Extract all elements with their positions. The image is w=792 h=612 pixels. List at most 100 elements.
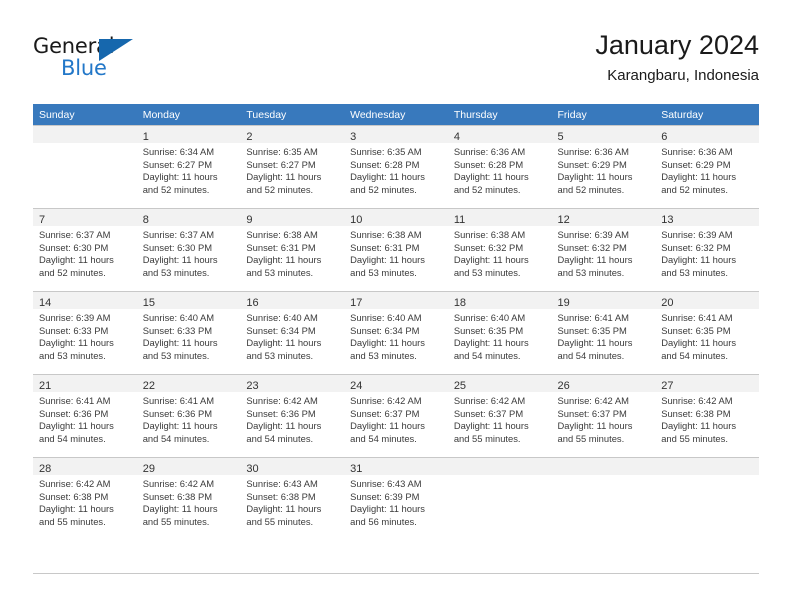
day-details: Sunrise: 6:42 AM Sunset: 6:37 PM Daylight:… bbox=[350, 392, 442, 445]
sunset-text: Sunset: 6:28 PM bbox=[453, 158, 524, 170]
calendar-day-cell[interactable]: 21 Sunrise: 6:41 AM Sunset: 6:36 PM Dayligh… bbox=[33, 374, 137, 458]
day-cell-content: 3 Sunrise: 6:35 AM Sunset: 6:28 PM Daylight… bbox=[344, 126, 448, 208]
sunrise-text: Sunrise: 6:36 AM bbox=[453, 146, 526, 157]
calendar-day-cell[interactable]: 9 Sunrise: 6:38 AM Sunset: 6:31 PM Daylight… bbox=[240, 208, 345, 292]
day-cell-content: 5 Sunrise: 6:36 AM Sunset: 6:29 PM Daylight… bbox=[551, 126, 656, 208]
calendar-day-cell[interactable]: 24 Sunrise: 6:42 AM Sunset: 6:37 PM Dayligh… bbox=[344, 374, 448, 458]
day-details: Sunrise: 6:41 AM Sunset: 6:35 PM Daylight:… bbox=[558, 309, 650, 362]
sunset-text: Sunset: 6:27 PM bbox=[246, 158, 316, 170]
calendar-day-cell[interactable]: 28 Sunrise: 6:42 AM Sunset: 6:38 PM Dayligh… bbox=[33, 457, 137, 540]
day-number-bar: 30 bbox=[240, 458, 345, 475]
day-number-bar: 16 bbox=[240, 292, 345, 309]
calendar-day-cell[interactable]: 17 Sunrise: 6:40 AM Sunset: 6:34 PM Dayligh… bbox=[344, 291, 448, 375]
day-cell-content: 29 Sunrise: 6:42 AM Sunset: 6:38 PM Dayligh… bbox=[136, 458, 241, 540]
day-details: Sunrise: 6:42 AM Sunset: 6:38 PM Daylight:… bbox=[661, 392, 753, 445]
daylight-text: Daylight: 11 hours bbox=[142, 171, 218, 183]
calendar-day-cell[interactable]: 5 Sunrise: 6:36 AM Sunset: 6:29 PM Daylight… bbox=[551, 125, 656, 209]
calendar-day-cell[interactable]: 2 Sunrise: 6:35 AM Sunset: 6:27 PM Daylight… bbox=[240, 125, 345, 209]
day-number-bar bbox=[655, 458, 759, 475]
calendar-day-cell[interactable]: 1 Sunrise: 6:34 AM Sunset: 6:27 PM Daylight… bbox=[136, 125, 241, 209]
daylight-text: and 52 minutes. bbox=[142, 183, 210, 195]
daylight-text: and 52 minutes. bbox=[557, 183, 625, 195]
calendar-day-cell[interactable]: 26 Sunrise: 6:42 AM Sunset: 6:37 PM Dayligh… bbox=[551, 374, 656, 458]
daylight-text: Daylight: 11 hours bbox=[142, 503, 218, 515]
day-details: Sunrise: 6:38 AM Sunset: 6:31 PM Daylight:… bbox=[246, 226, 338, 279]
calendar-day-cell[interactable]: 20 Sunrise: 6:41 AM Sunset: 6:35 PM Dayligh… bbox=[655, 291, 759, 375]
day-details: Sunrise: 6:42 AM Sunset: 6:36 PM Daylight:… bbox=[246, 392, 338, 445]
daylight-text: and 53 minutes. bbox=[557, 266, 625, 278]
daylight-text: Daylight: 11 hours bbox=[557, 337, 633, 349]
day-cell-content: 9 Sunrise: 6:38 AM Sunset: 6:31 PM Daylight… bbox=[240, 209, 345, 291]
day-number: 22 bbox=[142, 380, 155, 392]
daylight-text: and 56 minutes. bbox=[350, 515, 417, 527]
sunrise-text: Sunrise: 6:38 AM bbox=[453, 229, 526, 240]
calendar-week-row: 7 Sunrise: 6:37 AM Sunset: 6:30 PM Daylight… bbox=[33, 208, 759, 292]
calendar-day-cell[interactable]: 15 Sunrise: 6:40 AM Sunset: 6:33 PM Dayligh… bbox=[136, 291, 241, 375]
calendar-day-cell[interactable]: 23 Sunrise: 6:42 AM Sunset: 6:36 PM Dayligh… bbox=[240, 374, 345, 458]
daylight-text: Daylight: 11 hours bbox=[453, 171, 529, 183]
sunrise-text: Sunrise: 6:35 AM bbox=[246, 146, 318, 157]
daylight-text: and 53 minutes. bbox=[246, 349, 314, 361]
day-cell-content: 22 Sunrise: 6:41 AM Sunset: 6:36 PM Dayligh… bbox=[136, 375, 241, 457]
calendar-day-cell[interactable]: 29 Sunrise: 6:42 AM Sunset: 6:38 PM Dayligh… bbox=[136, 457, 241, 540]
day-number: 20 bbox=[661, 297, 674, 309]
daylight-text: Daylight: 11 hours bbox=[142, 337, 218, 349]
calendar-day-cell[interactable]: 27 Sunrise: 6:42 AM Sunset: 6:38 PM Dayligh… bbox=[655, 374, 759, 458]
day-number: 11 bbox=[453, 214, 466, 226]
day-number-bar: 8 bbox=[136, 209, 241, 226]
day-cell-content: 26 Sunrise: 6:42 AM Sunset: 6:37 PM Dayligh… bbox=[551, 375, 656, 457]
sunset-text: Sunset: 6:27 PM bbox=[142, 158, 213, 170]
daylight-text: Daylight: 11 hours bbox=[142, 420, 218, 432]
sunrise-text: Sunrise: 6:34 AM bbox=[142, 146, 215, 157]
calendar-day-cell[interactable]: 31 Sunrise: 6:43 AM Sunset: 6:39 PM Dayligh… bbox=[344, 457, 448, 540]
day-details: Sunrise: 6:39 AM Sunset: 6:32 PM Daylight:… bbox=[661, 226, 753, 279]
sunrise-text: Sunrise: 6:39 AM bbox=[661, 229, 733, 240]
sunrise-text: Sunrise: 6:37 AM bbox=[39, 229, 111, 240]
calendar-day-cell[interactable]: 6 Sunrise: 6:36 AM Sunset: 6:29 PM Daylight… bbox=[655, 125, 759, 209]
day-number: 21 bbox=[39, 380, 52, 392]
page-header: General Blue January 2024 Karangbaru, In… bbox=[33, 28, 759, 90]
day-details bbox=[661, 475, 753, 478]
calendar-day-cell[interactable]: 7 Sunrise: 6:37 AM Sunset: 6:30 PM Daylight… bbox=[33, 208, 137, 292]
daylight-text: and 55 minutes. bbox=[453, 432, 521, 444]
sunrise-text: Sunrise: 6:41 AM bbox=[557, 312, 629, 323]
daylight-text: Daylight: 11 hours bbox=[557, 254, 633, 266]
calendar-day-cell-empty bbox=[655, 457, 759, 540]
calendar-day-cell-empty bbox=[447, 457, 552, 540]
day-details: Sunrise: 6:43 AM Sunset: 6:39 PM Daylight:… bbox=[350, 475, 442, 528]
sunset-text: Sunset: 6:28 PM bbox=[350, 158, 420, 170]
day-number-bar: 26 bbox=[551, 375, 656, 392]
day-details: Sunrise: 6:37 AM Sunset: 6:30 PM Daylight:… bbox=[143, 226, 235, 279]
calendar-day-cell[interactable]: 30 Sunrise: 6:43 AM Sunset: 6:38 PM Dayligh… bbox=[240, 457, 345, 540]
calendar-day-cell[interactable]: 3 Sunrise: 6:35 AM Sunset: 6:28 PM Daylight… bbox=[344, 125, 448, 209]
calendar-day-cell[interactable]: 8 Sunrise: 6:37 AM Sunset: 6:30 PM Daylight… bbox=[136, 208, 241, 292]
sunrise-text: Sunrise: 6:42 AM bbox=[39, 478, 111, 489]
calendar-day-cell[interactable]: 16 Sunrise: 6:40 AM Sunset: 6:34 PM Dayligh… bbox=[240, 291, 345, 375]
weekday-header-monday: Monday bbox=[136, 104, 241, 126]
day-details: Sunrise: 6:42 AM Sunset: 6:38 PM Daylight:… bbox=[143, 475, 235, 528]
calendar-day-cell[interactable]: 13 Sunrise: 6:39 AM Sunset: 6:32 PM Dayligh… bbox=[655, 208, 759, 292]
daylight-text: Daylight: 11 hours bbox=[246, 503, 322, 515]
daylight-text: and 53 minutes. bbox=[350, 349, 417, 361]
weekday-header-thursday: Thursday bbox=[447, 104, 552, 126]
day-number-bar: 19 bbox=[551, 292, 656, 309]
calendar-day-cell[interactable]: 12 Sunrise: 6:39 AM Sunset: 6:32 PM Dayligh… bbox=[551, 208, 656, 292]
daylight-text: Daylight: 11 hours bbox=[246, 254, 322, 266]
calendar-day-cell[interactable]: 11 Sunrise: 6:38 AM Sunset: 6:32 PM Dayligh… bbox=[447, 208, 552, 292]
calendar-day-cell[interactable]: 4 Sunrise: 6:36 AM Sunset: 6:28 PM Daylight… bbox=[447, 125, 552, 209]
sunset-text: Sunset: 6:37 PM bbox=[350, 407, 420, 419]
sunset-text: Sunset: 6:35 PM bbox=[453, 324, 524, 336]
calendar-day-cell[interactable]: 18 Sunrise: 6:40 AM Sunset: 6:35 PM Dayligh… bbox=[447, 291, 552, 375]
page-subtitle: Karangbaru, Indonesia bbox=[607, 67, 759, 84]
calendar-day-cell[interactable]: 22 Sunrise: 6:41 AM Sunset: 6:36 PM Dayligh… bbox=[136, 374, 241, 458]
calendar-day-cell[interactable]: 19 Sunrise: 6:41 AM Sunset: 6:35 PM Dayligh… bbox=[551, 291, 656, 375]
general-blue-logo[interactable]: General Blue bbox=[33, 34, 153, 84]
sunset-text: Sunset: 6:32 PM bbox=[453, 241, 524, 253]
day-cell-content: 17 Sunrise: 6:40 AM Sunset: 6:34 PM Dayligh… bbox=[344, 292, 448, 374]
daylight-text: Daylight: 11 hours bbox=[453, 420, 529, 432]
calendar-day-cell[interactable]: 10 Sunrise: 6:38 AM Sunset: 6:31 PM Dayligh… bbox=[344, 208, 448, 292]
daylight-text: Daylight: 11 hours bbox=[661, 254, 737, 266]
calendar-day-cell[interactable]: 14 Sunrise: 6:39 AM Sunset: 6:33 PM Dayligh… bbox=[33, 291, 137, 375]
calendar-day-cell[interactable]: 25 Sunrise: 6:42 AM Sunset: 6:37 PM Dayligh… bbox=[447, 374, 552, 458]
day-number: 17 bbox=[350, 297, 363, 309]
